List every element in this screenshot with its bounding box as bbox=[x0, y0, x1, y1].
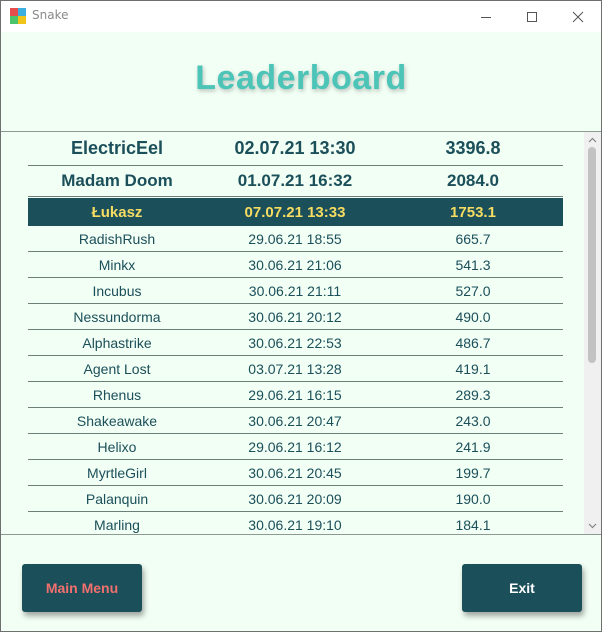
close-button[interactable] bbox=[555, 1, 601, 32]
score-date: 29.06.21 16:15 bbox=[248, 386, 342, 403]
score-date: 30.06.21 20:12 bbox=[248, 308, 342, 325]
score-value: 243.0 bbox=[455, 412, 491, 429]
score-date: 30.06.21 20:09 bbox=[248, 490, 342, 507]
icon-quad-blue bbox=[18, 8, 26, 16]
minimize-icon bbox=[481, 16, 491, 18]
score-date: 07.07.21 13:33 bbox=[244, 203, 346, 221]
leaderboard-row: Marling 30.06.21 19:10 184.1 bbox=[28, 512, 563, 534]
score-value: 190.0 bbox=[455, 490, 491, 507]
player-name: Nessundorma bbox=[73, 308, 161, 325]
title-bar[interactable]: Snake bbox=[1, 1, 601, 32]
leaderboard-row: Agent Lost 03.07.21 13:28 419.1 bbox=[28, 356, 563, 382]
scroll-up-button[interactable] bbox=[584, 134, 601, 146]
player-name: Agent Lost bbox=[83, 360, 151, 377]
chevron-down-icon bbox=[588, 523, 597, 529]
player-name: Incubus bbox=[92, 282, 142, 299]
score-value: 184.1 bbox=[455, 516, 491, 533]
page-title: Leaderboard bbox=[195, 59, 407, 97]
leaderboard-rows: ElectricEel 02.07.21 13:30 3396.8 Madam … bbox=[28, 132, 563, 534]
leaderboard-row: Incubus 30.06.21 21:11 527.0 bbox=[28, 278, 563, 304]
maximize-icon bbox=[527, 11, 537, 22]
score-value: 419.1 bbox=[455, 360, 491, 377]
leaderboard-row-rank-1: ElectricEel 02.07.21 13:30 3396.8 bbox=[28, 132, 563, 166]
icon-quad-green bbox=[10, 16, 18, 24]
score-date: 02.07.21 13:30 bbox=[234, 138, 356, 158]
player-name: Rhenus bbox=[92, 386, 142, 403]
leaderboard-row: Nessundorma 30.06.21 20:12 490.0 bbox=[28, 304, 563, 330]
score-date: 29.06.21 16:12 bbox=[248, 438, 342, 455]
maximize-button[interactable] bbox=[509, 1, 555, 32]
leaderboard-row: Alphastrike 30.06.21 22:53 486.7 bbox=[28, 330, 563, 356]
chevron-up-icon bbox=[588, 137, 597, 143]
player-name: ElectricEel bbox=[70, 138, 164, 158]
vertical-scrollbar[interactable] bbox=[584, 132, 601, 534]
icon-quad-red bbox=[10, 8, 18, 16]
score-value: 199.7 bbox=[455, 464, 491, 481]
player-name: Minkx bbox=[98, 256, 136, 273]
leaderboard-row: MyrtleGirl 30.06.21 20:45 199.7 bbox=[28, 460, 563, 486]
window-title: Snake bbox=[32, 8, 69, 22]
player-name: Madam Doom bbox=[61, 171, 173, 190]
snake-app-icon bbox=[10, 8, 26, 24]
leaderboard-row: Palanquin 30.06.21 20:09 190.0 bbox=[28, 486, 563, 512]
score-date: 30.06.21 21:06 bbox=[248, 256, 342, 273]
player-name: Alphastrike bbox=[82, 334, 152, 351]
leaderboard-row: Rhenus 29.06.21 16:15 289.3 bbox=[28, 382, 563, 408]
player-name: Łukasz bbox=[91, 203, 143, 221]
scrollbar-thumb[interactable] bbox=[588, 147, 596, 363]
score-date: 30.06.21 20:47 bbox=[248, 412, 342, 429]
score-value: 3396.8 bbox=[445, 138, 501, 158]
player-name: Helixo bbox=[97, 438, 137, 455]
icon-quad-yellow bbox=[18, 16, 26, 24]
close-icon bbox=[572, 11, 584, 22]
leaderboard-row: Minkx 30.06.21 21:06 541.3 bbox=[28, 252, 563, 278]
player-name: MyrtleGirl bbox=[87, 464, 147, 481]
player-name: RadishRush bbox=[78, 230, 156, 247]
exit-button[interactable]: Exit bbox=[462, 564, 582, 612]
score-date: 01.07.21 16:32 bbox=[237, 171, 353, 190]
score-value: 541.3 bbox=[455, 256, 491, 273]
score-date: 30.06.21 22:53 bbox=[248, 334, 342, 351]
score-date: 30.06.21 20:45 bbox=[248, 464, 342, 481]
main-menu-button[interactable]: Main Menu bbox=[22, 564, 142, 612]
leaderboard-row-current-player: Łukasz 07.07.21 13:33 1753.1 bbox=[28, 198, 563, 226]
player-name: Palanquin bbox=[85, 490, 149, 507]
score-value: 486.7 bbox=[455, 334, 491, 351]
player-name: Shakeawake bbox=[76, 412, 158, 429]
leaderboard-list[interactable]: ElectricEel 02.07.21 13:30 3396.8 Madam … bbox=[1, 131, 601, 535]
score-value: 527.0 bbox=[455, 282, 491, 299]
score-date: 03.07.21 13:28 bbox=[248, 360, 342, 377]
scroll-down-button[interactable] bbox=[584, 520, 601, 532]
score-date: 29.06.21 18:55 bbox=[248, 230, 342, 247]
leaderboard-row: Helixo 29.06.21 16:12 241.9 bbox=[28, 434, 563, 460]
app-window: Snake Leaderboard ElectricEel 02.07.21 1… bbox=[0, 0, 602, 632]
leaderboard-row: Shakeawake 30.06.21 20:47 243.0 bbox=[28, 408, 563, 434]
leaderboard-row-rank-2: Madam Doom 01.07.21 16:32 2084.0 bbox=[28, 166, 563, 197]
score-value: 289.3 bbox=[455, 386, 491, 403]
score-value: 1753.1 bbox=[450, 203, 496, 221]
score-value: 2084.0 bbox=[447, 171, 499, 190]
minimize-button[interactable] bbox=[463, 1, 509, 32]
score-date: 30.06.21 19:10 bbox=[248, 516, 342, 533]
score-date: 30.06.21 21:11 bbox=[248, 282, 342, 299]
leaderboard-row: RadishRush 29.06.21 18:55 665.7 bbox=[28, 226, 563, 252]
player-name: Marling bbox=[94, 516, 140, 533]
score-value: 241.9 bbox=[455, 438, 491, 455]
score-value: 490.0 bbox=[455, 308, 491, 325]
score-value: 665.7 bbox=[455, 230, 491, 247]
